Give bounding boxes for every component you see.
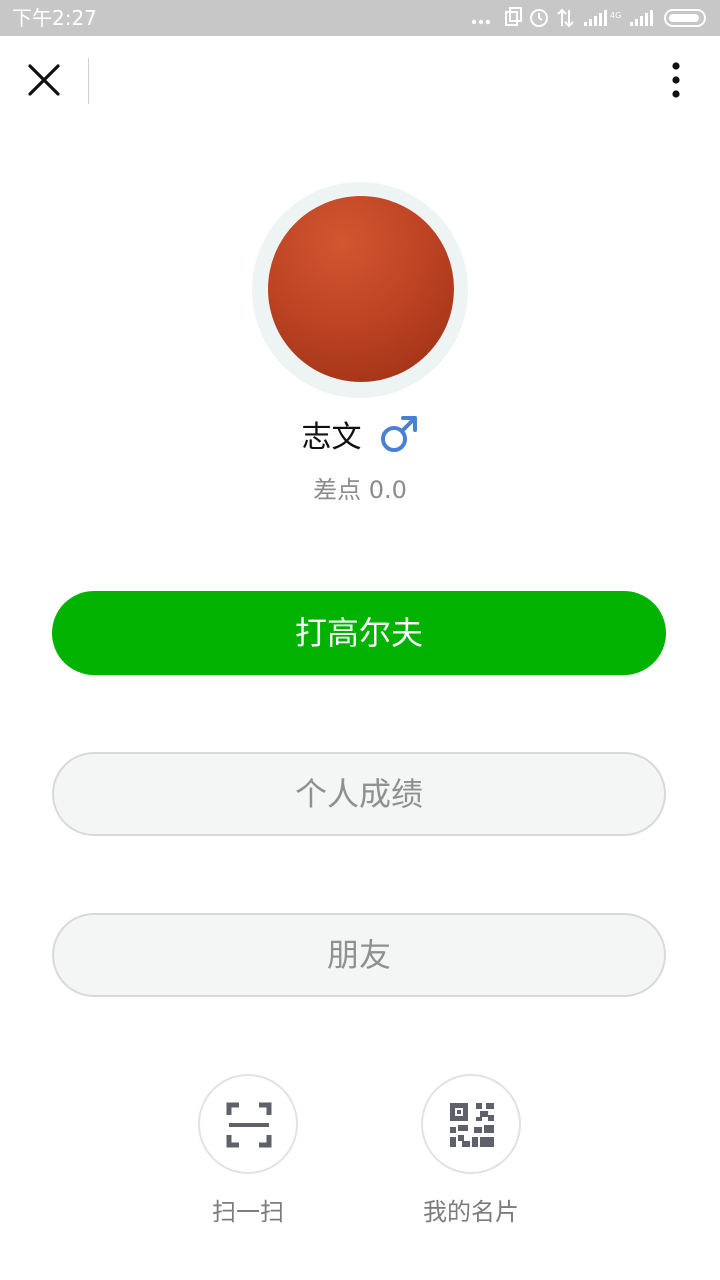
more-vertical-icon <box>672 62 680 98</box>
profile-name-row: 志文 <box>0 412 720 462</box>
data-arrows-icon <box>557 8 574 28</box>
signal-icon <box>584 10 607 26</box>
close-button[interactable] <box>22 58 66 102</box>
status-icons: 4G <box>471 7 706 28</box>
play-golf-button[interactable]: 打高尔夫 <box>52 591 666 675</box>
qr-code-icon <box>450 1103 494 1147</box>
handicap-text: 差点 0.0 <box>313 476 407 504</box>
more-button[interactable] <box>656 58 696 102</box>
scan-button[interactable] <box>198 1074 298 1174</box>
friends-button[interactable]: 朋友 <box>52 913 666 997</box>
scan-icon <box>226 1102 272 1148</box>
profile-name: 志文 <box>301 420 362 455</box>
alarm-icon <box>530 9 548 27</box>
my-card-label: 我的名片 <box>423 1198 519 1226</box>
avatar[interactable] <box>268 196 454 382</box>
my-card-action[interactable]: 我的名片 <box>401 1074 541 1227</box>
more-dots-icon <box>471 19 491 25</box>
status-bar: 下午2:27 4G <box>0 0 720 36</box>
battery-icon <box>664 9 706 27</box>
scan-label: 扫一扫 <box>212 1198 284 1226</box>
sim-icon <box>505 7 522 26</box>
scan-action[interactable]: 扫一扫 <box>178 1074 318 1227</box>
my-card-button[interactable] <box>421 1074 521 1174</box>
nav-divider <box>88 58 89 104</box>
navbar <box>0 36 720 126</box>
close-icon <box>28 64 60 96</box>
personal-stats-button[interactable]: 个人成绩 <box>52 752 666 836</box>
signal-icon-2 <box>630 10 653 26</box>
svg-text:4G: 4G <box>610 11 621 20</box>
status-time: 下午2:27 <box>12 6 97 30</box>
male-icon <box>380 416 417 452</box>
